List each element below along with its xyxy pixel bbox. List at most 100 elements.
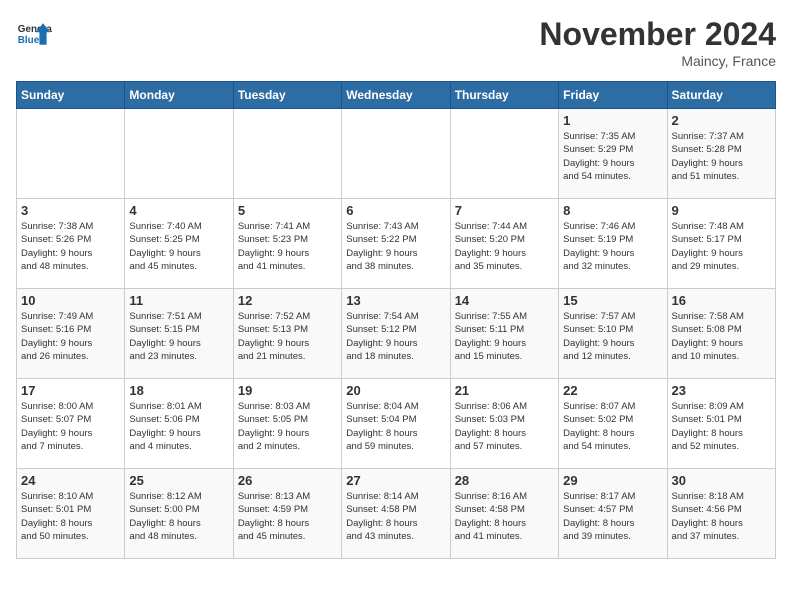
calendar-cell: 15Sunrise: 7:57 AM Sunset: 5:10 PM Dayli… (559, 289, 667, 379)
day-number: 26 (238, 473, 337, 488)
calendar-cell: 16 Sunrise: 7:58 AM Sunset: 5:08 PM Dayli… (667, 289, 775, 379)
page-header: General Blue November 2024 Maincy, Franc… (16, 16, 776, 69)
calendar-cell: 5 Sunrise: 7:41 AM Sunset: 5:23 PM Daylig… (233, 199, 341, 289)
calendar-cell (233, 109, 341, 199)
day-number: 24 (21, 473, 120, 488)
title-block: November 2024 Maincy, France (539, 16, 776, 69)
day-number: 22 (563, 383, 662, 398)
day-info: Sunrise: 8:10 AM Sunset: 5:01 PM Dayligh… (21, 490, 120, 543)
calendar-cell (17, 109, 125, 199)
weekday-tuesday: Tuesday (233, 82, 341, 109)
month-title: November 2024 (539, 16, 776, 53)
day-info: Sunrise: 7:48 AM Sunset: 5:17 PM Dayligh… (672, 220, 771, 273)
calendar-cell: 2Sunrise: 7:37 AM Sunset: 5:28 PM Daylig… (667, 109, 775, 199)
calendar-week-3: 10 Sunrise: 7:49 AM Sunset: 5:16 PM Dayli… (17, 289, 776, 379)
calendar-week-1: 1 Sunrise: 7:35 AM Sunset: 5:29 PM Daylig… (17, 109, 776, 199)
calendar-cell: 11 Sunrise: 7:51 AM Sunset: 5:15 PM Dayli… (125, 289, 233, 379)
day-number: 5 (238, 203, 337, 218)
day-info: Sunrise: 7:49 AM Sunset: 5:16 PM Dayligh… (21, 310, 120, 363)
day-number: 8 (563, 203, 662, 218)
calendar-cell: 14 Sunrise: 7:55 AM Sunset: 5:11 PM Dayli… (450, 289, 558, 379)
day-info: Sunrise: 8:14 AM Sunset: 4:58 PM Dayligh… (346, 490, 445, 543)
calendar-cell: 9Sunrise: 7:48 AM Sunset: 5:17 PM Daylig… (667, 199, 775, 289)
weekday-header-row: SundayMondayTuesdayWednesdayThursdayFrid… (17, 82, 776, 109)
calendar-cell (342, 109, 450, 199)
day-number: 10 (21, 293, 120, 308)
day-info: Sunrise: 8:07 AM Sunset: 5:02 PM Dayligh… (563, 400, 662, 453)
day-number: 11 (129, 293, 228, 308)
day-number: 20 (346, 383, 445, 398)
day-info: Sunrise: 7:35 AM Sunset: 5:29 PM Dayligh… (563, 130, 662, 183)
calendar-table: SundayMondayTuesdayWednesdayThursdayFrid… (16, 81, 776, 559)
calendar-cell: 17 Sunrise: 8:00 AM Sunset: 5:07 PM Dayli… (17, 379, 125, 469)
day-info: Sunrise: 8:16 AM Sunset: 4:58 PM Dayligh… (455, 490, 554, 543)
calendar-cell: 4 Sunrise: 7:40 AM Sunset: 5:25 PM Daylig… (125, 199, 233, 289)
day-number: 19 (238, 383, 337, 398)
calendar-cell: 29 Sunrise: 8:17 AM Sunset: 4:57 PM Dayli… (559, 469, 667, 559)
day-info: Sunrise: 8:00 AM Sunset: 5:07 PM Dayligh… (21, 400, 120, 453)
calendar-cell: 21 Sunrise: 8:06 AM Sunset: 5:03 PM Dayli… (450, 379, 558, 469)
day-info: Sunrise: 7:51 AM Sunset: 5:15 PM Dayligh… (129, 310, 228, 363)
weekday-friday: Friday (559, 82, 667, 109)
calendar-cell: 19 Sunrise: 8:03 AM Sunset: 5:05 PM Dayli… (233, 379, 341, 469)
day-number: 18 (129, 383, 228, 398)
day-number: 6 (346, 203, 445, 218)
day-info: Sunrise: 7:40 AM Sunset: 5:25 PM Dayligh… (129, 220, 228, 273)
day-number: 17 (21, 383, 120, 398)
day-info: Sunrise: 7:52 AM Sunset: 5:13 PM Dayligh… (238, 310, 337, 363)
day-info: Sunrise: 8:12 AM Sunset: 5:00 PM Dayligh… (129, 490, 228, 543)
calendar-week-5: 24 Sunrise: 8:10 AM Sunset: 5:01 PM Dayli… (17, 469, 776, 559)
calendar-cell: 20 Sunrise: 8:04 AM Sunset: 5:04 PM Dayli… (342, 379, 450, 469)
calendar-week-4: 17 Sunrise: 8:00 AM Sunset: 5:07 PM Dayli… (17, 379, 776, 469)
calendar-cell: 3Sunrise: 7:38 AM Sunset: 5:26 PM Daylig… (17, 199, 125, 289)
calendar-cell: 12Sunrise: 7:52 AM Sunset: 5:13 PM Dayli… (233, 289, 341, 379)
logo: General Blue (16, 16, 52, 52)
calendar-cell: 24 Sunrise: 8:10 AM Sunset: 5:01 PM Dayli… (17, 469, 125, 559)
day-info: Sunrise: 7:58 AM Sunset: 5:08 PM Dayligh… (672, 310, 771, 363)
day-info: Sunrise: 7:43 AM Sunset: 5:22 PM Dayligh… (346, 220, 445, 273)
weekday-thursday: Thursday (450, 82, 558, 109)
calendar-cell: 6 Sunrise: 7:43 AM Sunset: 5:22 PM Daylig… (342, 199, 450, 289)
day-number: 23 (672, 383, 771, 398)
day-number: 14 (455, 293, 554, 308)
day-number: 13 (346, 293, 445, 308)
day-info: Sunrise: 7:55 AM Sunset: 5:11 PM Dayligh… (455, 310, 554, 363)
day-number: 1 (563, 113, 662, 128)
day-info: Sunrise: 8:09 AM Sunset: 5:01 PM Dayligh… (672, 400, 771, 453)
day-number: 7 (455, 203, 554, 218)
day-number: 28 (455, 473, 554, 488)
weekday-monday: Monday (125, 82, 233, 109)
calendar-cell: 1 Sunrise: 7:35 AM Sunset: 5:29 PM Daylig… (559, 109, 667, 199)
calendar-cell: 18 Sunrise: 8:01 AM Sunset: 5:06 PM Dayli… (125, 379, 233, 469)
day-number: 29 (563, 473, 662, 488)
day-info: Sunrise: 7:44 AM Sunset: 5:20 PM Dayligh… (455, 220, 554, 273)
calendar-body: 1 Sunrise: 7:35 AM Sunset: 5:29 PM Daylig… (17, 109, 776, 559)
svg-text:Blue: Blue (18, 35, 40, 46)
day-info: Sunrise: 8:03 AM Sunset: 5:05 PM Dayligh… (238, 400, 337, 453)
weekday-saturday: Saturday (667, 82, 775, 109)
day-info: Sunrise: 7:41 AM Sunset: 5:23 PM Dayligh… (238, 220, 337, 273)
day-number: 4 (129, 203, 228, 218)
weekday-wednesday: Wednesday (342, 82, 450, 109)
calendar-cell: 26Sunrise: 8:13 AM Sunset: 4:59 PM Dayli… (233, 469, 341, 559)
location: Maincy, France (539, 53, 776, 69)
calendar-week-2: 3Sunrise: 7:38 AM Sunset: 5:26 PM Daylig… (17, 199, 776, 289)
calendar-cell (450, 109, 558, 199)
day-info: Sunrise: 7:38 AM Sunset: 5:26 PM Dayligh… (21, 220, 120, 273)
day-info: Sunrise: 7:54 AM Sunset: 5:12 PM Dayligh… (346, 310, 445, 363)
day-info: Sunrise: 8:06 AM Sunset: 5:03 PM Dayligh… (455, 400, 554, 453)
day-info: Sunrise: 7:57 AM Sunset: 5:10 PM Dayligh… (563, 310, 662, 363)
calendar-cell: 8Sunrise: 7:46 AM Sunset: 5:19 PM Daylig… (559, 199, 667, 289)
day-info: Sunrise: 8:01 AM Sunset: 5:06 PM Dayligh… (129, 400, 228, 453)
day-number: 30 (672, 473, 771, 488)
calendar-cell: 23 Sunrise: 8:09 AM Sunset: 5:01 PM Dayli… (667, 379, 775, 469)
day-number: 2 (672, 113, 771, 128)
calendar-cell: 30Sunrise: 8:18 AM Sunset: 4:56 PM Dayli… (667, 469, 775, 559)
day-number: 21 (455, 383, 554, 398)
logo-icon: General Blue (16, 16, 52, 52)
day-info: Sunrise: 8:04 AM Sunset: 5:04 PM Dayligh… (346, 400, 445, 453)
day-info: Sunrise: 8:17 AM Sunset: 4:57 PM Dayligh… (563, 490, 662, 543)
day-number: 16 (672, 293, 771, 308)
calendar-cell: 27Sunrise: 8:14 AM Sunset: 4:58 PM Dayli… (342, 469, 450, 559)
weekday-sunday: Sunday (17, 82, 125, 109)
